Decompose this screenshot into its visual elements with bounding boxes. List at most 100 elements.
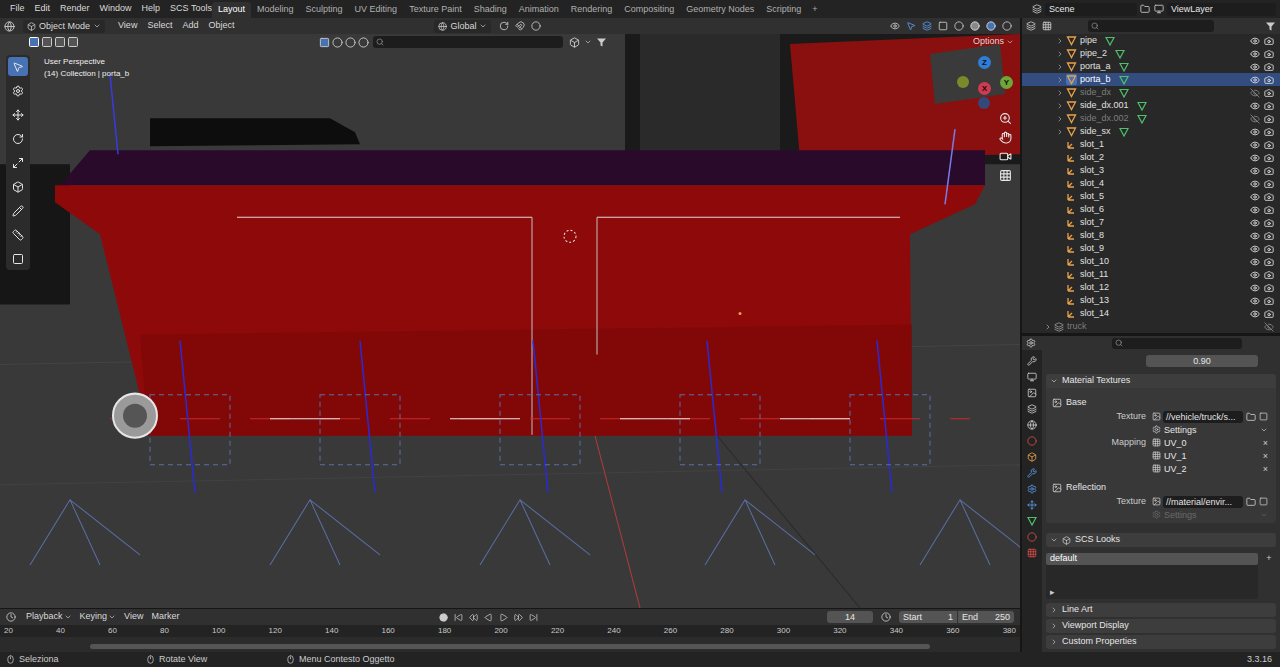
camera-render-icon[interactable] [1264,62,1274,72]
timeline-scrollbar[interactable] [90,644,930,649]
pan-icon[interactable] [999,131,1012,144]
outliner-item-name[interactable]: slot_4 [1080,177,1104,191]
eye-icon[interactable] [1250,166,1260,176]
camera-render-icon[interactable] [1264,192,1274,202]
outliner-row[interactable]: side_sx [1022,125,1280,138]
measure-tool-icon[interactable] [12,229,24,241]
overlays-icon[interactable] [922,21,932,31]
eye-icon[interactable] [1250,257,1260,267]
workspace-tab[interactable]: Compositing [618,2,680,18]
camera-render-icon[interactable] [1264,36,1274,46]
outliner-item-name[interactable]: side_dx [1080,86,1111,100]
constraints-tab-icon[interactable] [1027,500,1037,510]
menu-item[interactable]: Help [138,2,165,16]
outliner-row[interactable]: porta_b [1022,73,1280,86]
rendered-shading-icon[interactable] [1002,21,1012,31]
rotate-tool-icon[interactable] [12,133,24,145]
camera-render-icon[interactable] [1264,244,1274,254]
editor-type-icon[interactable] [4,21,15,32]
camera-render-icon[interactable] [1264,166,1274,176]
expand-arrow-icon[interactable] [1056,50,1064,58]
collapse-arrow-icon[interactable] [1050,536,1058,544]
editor-type-icon[interactable] [1026,21,1036,31]
expand-arrow-icon[interactable] [1056,76,1064,84]
outliner-item-name[interactable]: truck [1067,320,1087,333]
outliner-row[interactable]: truck [1022,320,1280,333]
mesh-object-icon[interactable] [1066,61,1077,72]
mesh-data-icon[interactable] [1119,127,1129,137]
empty-object-icon[interactable] [1066,152,1077,163]
eye-icon[interactable] [1250,153,1260,163]
outliner-row[interactable]: pipe [1022,34,1280,47]
scale-tool-icon[interactable] [12,157,24,169]
camera-render-icon[interactable] [1264,309,1274,319]
data-tab-icon[interactable] [1027,516,1037,526]
mesh-data-icon[interactable] [1105,36,1115,46]
reload-icon[interactable] [1259,412,1268,421]
outliner-item-name[interactable]: slot_7 [1080,216,1104,230]
filter-icon[interactable] [596,37,607,48]
scene-selector[interactable]: Scene [1032,3,1150,16]
reload-icon[interactable] [1259,497,1268,506]
workspace-tab[interactable]: Shading [468,2,513,18]
render-tab-icon[interactable] [1027,372,1037,382]
eye-icon[interactable] [1250,218,1260,228]
outliner-row[interactable]: slot_3 [1022,164,1280,177]
menu-item[interactable]: File [6,2,29,16]
outliner-row[interactable]: slot_13 [1022,294,1280,307]
transform-tool-icon[interactable] [12,181,24,193]
outliner-item-name[interactable]: slot_8 [1080,229,1104,243]
remove-mapping-button[interactable]: × [1263,463,1268,475]
wireframe-shading-icon[interactable] [954,21,964,31]
empty-object-icon[interactable] [1066,282,1077,293]
outliner-row[interactable]: slot_6 [1022,203,1280,216]
move-tool-icon[interactable] [12,109,24,121]
workspace-tab[interactable]: Sculpting [300,2,349,18]
select-new-icon[interactable] [28,36,40,48]
uv-mapping-field[interactable]: UV_1 [1164,450,1263,462]
mesh-data-icon[interactable] [1119,75,1129,85]
texture-settings-dropdown[interactable]: Settings [1164,424,1268,436]
collapsed-panel[interactable]: Line Art [1046,603,1276,617]
workspace-tab[interactable]: Geometry Nodes [680,2,760,18]
expand-arrow-icon[interactable] [1056,115,1064,123]
camera-render-icon[interactable] [1264,75,1274,85]
eye-closed-icon[interactable] [1250,88,1260,98]
empty-object-icon[interactable] [1066,165,1077,176]
expand-arrow-icon[interactable] [1050,622,1058,630]
outliner-item-name[interactable]: slot_12 [1080,281,1109,295]
empty-object-icon[interactable] [1066,308,1077,319]
world-tab-icon[interactable] [1027,436,1037,446]
panel-header[interactable]: Material Textures [1046,374,1276,388]
eye-icon[interactable] [1250,205,1260,215]
select-tool-icon[interactable] [12,61,24,73]
eye-icon[interactable] [1250,296,1260,306]
jump-start-icon[interactable] [454,613,463,622]
settings-icon[interactable] [1152,425,1161,434]
outliner-row[interactable]: side_dx.002 [1022,112,1280,125]
outliner-item-name[interactable]: side_sx [1080,125,1111,139]
list-options[interactable]: ▸ [1046,587,1258,599]
options-dropdown[interactable]: Options [973,35,1020,49]
zoom-icon[interactable] [999,112,1012,125]
outliner-item-name[interactable]: slot_5 [1080,190,1104,204]
eye-icon[interactable] [1250,231,1260,241]
eye-icon[interactable] [1250,127,1260,137]
outliner-row[interactable]: slot_1 [1022,138,1280,151]
solid-shading-icon[interactable] [970,21,980,31]
eye-closed-icon[interactable] [1264,322,1274,332]
menu-item[interactable]: View [124,610,143,624]
eye-icon[interactable] [1250,101,1260,111]
end-frame-field[interactable]: End250 [958,611,1014,623]
annotate-tool-icon[interactable] [12,205,24,217]
select-subtract-icon[interactable] [54,36,66,48]
eye-icon[interactable] [1250,62,1260,72]
empty-object-icon[interactable] [1066,295,1077,306]
panel-title[interactable]: Material Textures [1062,374,1130,388]
workspace-tab[interactable]: UV Editing [349,2,404,18]
axis-button[interactable]: Z [978,56,991,69]
camera-render-icon[interactable] [1264,88,1274,98]
outliner-row[interactable]: slot_10 [1022,255,1280,268]
editor-type-icon[interactable] [6,612,16,622]
eye-icon[interactable] [1250,75,1260,85]
